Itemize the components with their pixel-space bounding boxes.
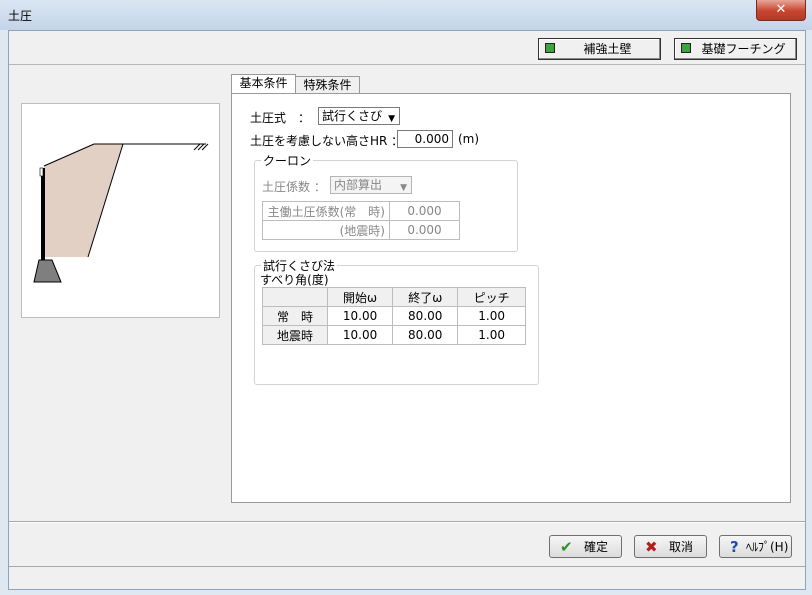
bottom-separator [9, 521, 805, 523]
coulomb-group-title: クーロン [261, 152, 314, 169]
green-indicator-icon [681, 43, 691, 53]
hr-input[interactable]: 0.000 [397, 130, 453, 148]
row-label: 主働土圧係数(常 時) [262, 201, 390, 221]
coef-label: 土圧係数 ： [262, 180, 326, 194]
title-bar: 土圧 ✕ [0, 0, 812, 30]
wall-cap [39, 167, 44, 177]
coulomb-coef-table: 主働土圧係数(常 時) 0.000 (地震時) 0.000 [262, 201, 460, 240]
window-title: 土圧 [8, 9, 33, 23]
help-icon: ? [730, 538, 739, 556]
dropdown-arrow-icon: ▼ [400, 183, 407, 193]
wall-stem [41, 168, 45, 260]
cancel-button[interactable]: ✖ 取消 [634, 535, 707, 558]
help-button[interactable]: ? ﾍﾙﾌﾟ(H) [719, 535, 792, 558]
table-row: 地震時 10.00 80.00 1.00 [262, 325, 526, 345]
ok-button[interactable]: ✔ 確定 [549, 535, 622, 558]
slip-angle-label: すべり角(度) [260, 273, 329, 287]
status-bar [9, 566, 805, 589]
client-area: 補強土壁 基礎フーチング 基本条件 特殊条件 土圧式 ： 試行くさび ▼ 土圧を… [8, 30, 806, 590]
table-row: 常 時 10.00 80.00 1.00 [262, 306, 526, 326]
tab-basic-conditions[interactable]: 基本条件 [231, 74, 296, 94]
reinforced-wall-button[interactable]: 補強土壁 [538, 38, 661, 60]
coef-method-select[interactable]: 内部算出 ▼ [330, 176, 412, 194]
hr-unit: (m) [458, 132, 480, 146]
start-angle-cell[interactable]: 10.00 [326, 306, 394, 326]
row-label: 常 時 [262, 306, 328, 326]
cross-icon: ✖ [645, 538, 658, 556]
table-row: 主働土圧係数(常 時) 0.000 [262, 201, 460, 221]
end-angle-cell[interactable]: 80.00 [392, 306, 459, 326]
row-label: (地震時) [262, 220, 390, 240]
end-angle-cell[interactable]: 80.00 [392, 325, 459, 345]
checkmark-icon: ✔ [560, 538, 573, 556]
hr-label: 土圧を考慮しない高さHR ： [250, 134, 404, 148]
slip-angle-table: 開始ω 終了ω ピッチ 常 時 10.00 80.00 1.00 地震時 10.… [262, 287, 526, 345]
column-header: 開始ω [326, 287, 394, 307]
earth-pressure-formula-select[interactable]: 試行くさび ▼ [318, 107, 400, 125]
coef-value-cell[interactable]: 0.000 [389, 220, 460, 240]
top-toolbar: 補強土壁 基礎フーチング [9, 31, 805, 65]
corner-cell [262, 287, 328, 307]
dropdown-arrow-icon: ▼ [388, 114, 395, 124]
foundation-footing-button[interactable]: 基礎フーチング [674, 38, 797, 60]
table-row: (地震時) 0.000 [262, 220, 460, 240]
wall-preview-diagram [21, 103, 220, 318]
retaining-wall-figure [33, 143, 209, 283]
close-button[interactable]: ✕ [756, 0, 806, 21]
start-angle-cell[interactable]: 10.00 [326, 325, 394, 345]
row-label: 地震時 [262, 325, 328, 345]
column-header: 終了ω [392, 287, 459, 307]
green-indicator-icon [545, 43, 555, 53]
dialog-window: 土圧 ✕ 補強土壁 基礎フーチング 基本条件 特殊条件 土圧式 ： 試行くさび … [0, 0, 812, 595]
formula-label: 土圧式 ： [250, 111, 311, 125]
close-icon: ✕ [775, 2, 787, 17]
pitch-cell[interactable]: 1.00 [457, 306, 526, 326]
pitch-cell[interactable]: 1.00 [457, 325, 526, 345]
table-row: 開始ω 終了ω ピッチ [262, 287, 526, 307]
coef-value-cell[interactable]: 0.000 [389, 201, 460, 221]
footing-shape [33, 259, 62, 283]
tab-panel-basic: 土圧式 ： 試行くさび ▼ 土圧を考慮しない高さHR ： 0.000 (m) ク… [231, 93, 791, 503]
column-header: ピッチ [457, 287, 526, 307]
